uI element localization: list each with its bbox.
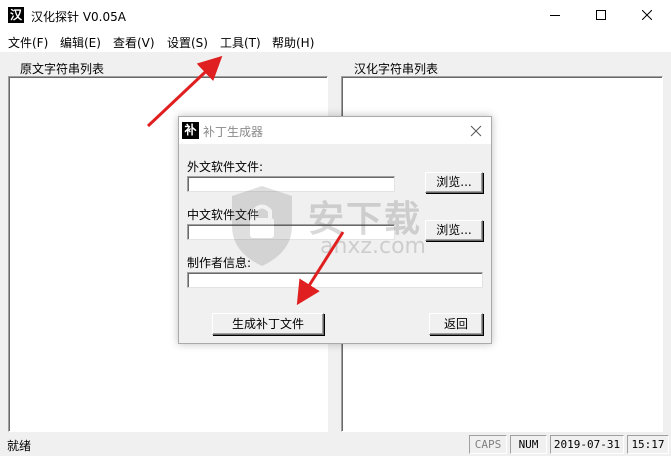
right-pane-title: 汉化字符串列表 [354, 62, 439, 76]
menu-view[interactable]: 查看(V) [113, 34, 155, 51]
author-info-input[interactable] [187, 272, 483, 288]
menu-tools[interactable]: 工具(T) [220, 34, 261, 51]
status-date: 2019-07-31 [550, 435, 624, 454]
menu-edit[interactable]: 编辑(E) [60, 34, 101, 51]
minimize-icon [550, 15, 560, 16]
close-button[interactable] [624, 0, 670, 30]
status-bar: 就绪 CAPS NUM 2019-07-31 15:17 [0, 432, 671, 456]
close-icon [642, 10, 652, 20]
menu-help[interactable]: 帮助(H) [272, 34, 314, 51]
maximize-button[interactable] [578, 0, 624, 30]
dialog-close-icon[interactable] [469, 124, 483, 138]
menu-settings[interactable]: 设置(S) [167, 34, 208, 51]
watermark-text-en: anxz.com [320, 234, 426, 259]
window-title: 汉化探针 V0.05A [31, 10, 126, 24]
app-icon: 汉 [8, 7, 24, 23]
menu-file[interactable]: 文件(F) [8, 34, 48, 51]
generate-patch-button[interactable]: 生成补丁文件 [212, 313, 324, 335]
status-text: 就绪 [7, 439, 32, 453]
foreign-file-label: 外文软件文件: [187, 160, 264, 174]
menu-bar: 文件(F) 编辑(E) 查看(V) 设置(S) 工具(T) 帮助(H) [0, 30, 671, 52]
dialog-title: 补丁生成器 [203, 125, 264, 139]
caps-indicator: CAPS [469, 435, 507, 454]
dialog-title-bar: 补 补丁生成器 [179, 117, 491, 144]
maximize-icon [596, 10, 606, 20]
watermark: 安下载 anxz.com [218, 178, 458, 274]
title-bar: 汉 汉化探针 V0.05A [0, 0, 671, 30]
status-time: 15:17 [627, 435, 669, 454]
patch-icon: 补 [182, 122, 199, 139]
left-pane-title: 原文字符串列表 [20, 62, 105, 76]
back-button[interactable]: 返回 [429, 313, 483, 335]
num-indicator: NUM [510, 435, 547, 454]
minimize-button[interactable] [532, 0, 578, 30]
